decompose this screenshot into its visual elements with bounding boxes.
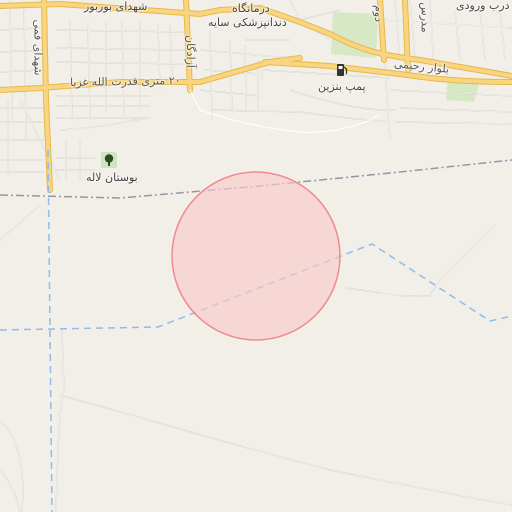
- fuel-icon[interactable]: [336, 63, 348, 77]
- label-modares: مدرس: [418, 2, 432, 33]
- label-boostan-laleh: بوستان لاله: [86, 171, 138, 184]
- label-darb-vorudi: درب ورودی: [456, 0, 510, 12]
- label-azadegan: آزادگان: [184, 35, 197, 68]
- label-shohadaye-gomi: شهدای قمی: [31, 19, 45, 76]
- map-view[interactable]: شهدای بوربور درمانگاه دندانپزشکی سایه در…: [0, 0, 512, 512]
- label-20-metri: ۲۰ متری قدرت الله غزبا: [69, 74, 181, 89]
- label-shohada-bourbour: شهدای بوربور: [84, 0, 148, 13]
- label-darmangah: درمانگاه: [232, 2, 270, 15]
- highlight-circle[interactable]: [171, 171, 341, 341]
- tree-icon[interactable]: [101, 152, 117, 168]
- label-dandanpezeshki-sayeh: دندانپزشکی سایه: [208, 16, 287, 29]
- label-pomp-benzin: پمپ بنزین: [318, 80, 366, 93]
- label-dovom: دوم: [372, 4, 386, 23]
